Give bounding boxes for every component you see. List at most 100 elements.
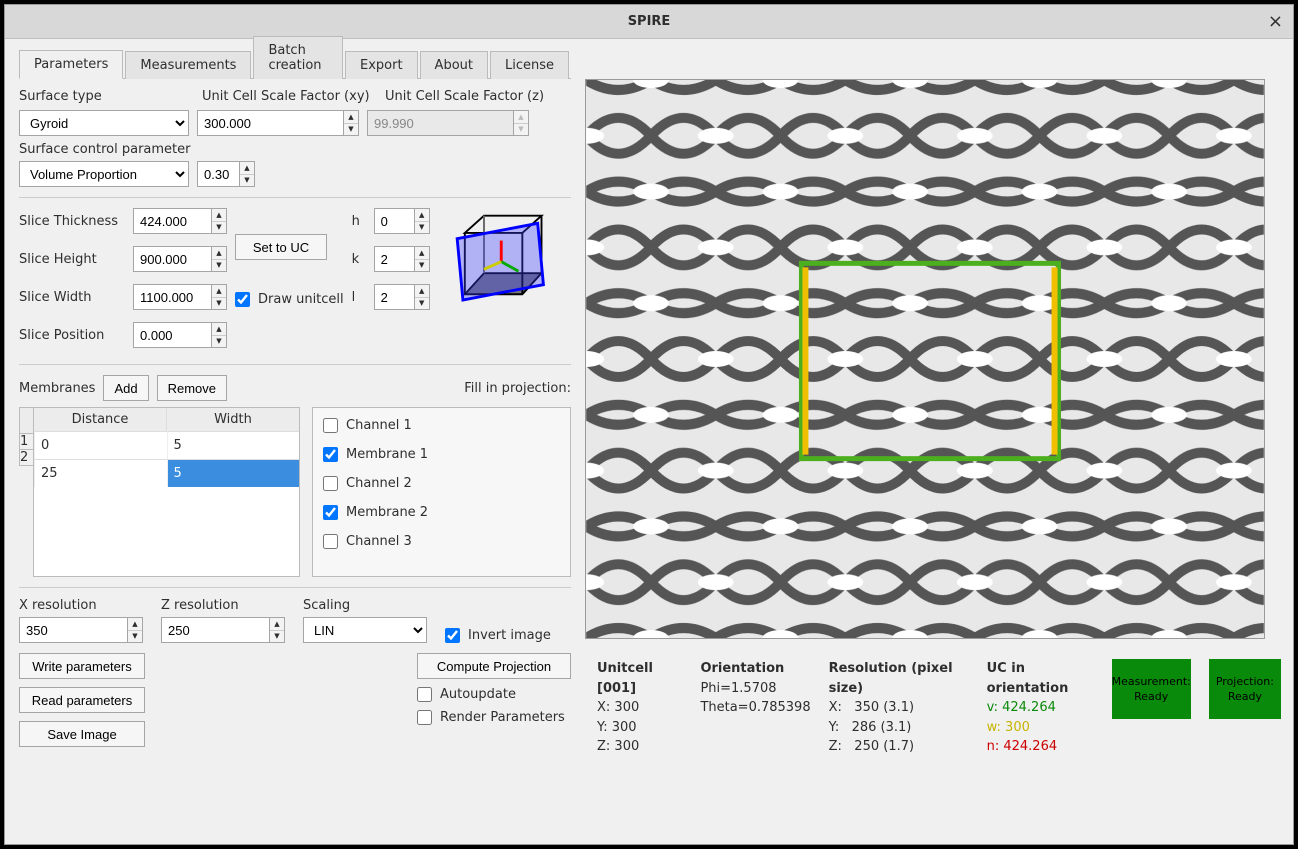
slice-position[interactable] [133, 322, 211, 348]
membranes-label: Membranes [19, 381, 95, 396]
membrane2-check[interactable] [323, 505, 338, 520]
channel3-check[interactable] [323, 534, 338, 549]
xres-label: X resolution [19, 598, 143, 613]
scaling-select[interactable]: LIN [303, 617, 427, 643]
fill-label: Fill in projection: [464, 381, 571, 396]
uco-head: UC in orientation [987, 659, 1094, 698]
scaling-label: Scaling [303, 598, 427, 613]
main-area: Parameters Measurements Batch creation E… [5, 39, 1293, 844]
res-y: Y: 286 (3.1) [829, 718, 969, 738]
surface-type-select[interactable]: Gyroid [19, 110, 189, 136]
h-input[interactable] [374, 208, 414, 234]
r2-distance[interactable]: 25 [34, 459, 167, 487]
ucsf-xy-label: Unit Cell Scale Factor (xy) [202, 89, 385, 104]
res-x: X: 350 (3.1) [829, 698, 969, 718]
measurement-status: Measurement: Ready [1112, 659, 1191, 719]
channel2-label: Channel 2 [346, 476, 412, 491]
k-input[interactable] [374, 246, 414, 272]
r1-distance[interactable]: 0 [34, 431, 167, 459]
tabbar: Parameters Measurements Batch creation E… [19, 49, 571, 79]
uco-n: n: 424.264 [987, 737, 1094, 757]
ctrl-param-num[interactable] [197, 161, 239, 187]
membrane1-label: Membrane 1 [346, 447, 428, 462]
tab-license[interactable]: License [490, 51, 569, 79]
write-params-button[interactable]: Write parameters [19, 653, 145, 679]
channel1-label: Channel 1 [346, 418, 412, 433]
uc-x: X: 300 [597, 698, 682, 718]
window-title: SPIRE [628, 14, 671, 29]
slice-width-label: Slice Width [19, 290, 123, 305]
save-image-button[interactable]: Save Image [19, 721, 145, 747]
tab-parameters[interactable]: Parameters [19, 50, 123, 79]
channel1-check[interactable] [323, 418, 338, 433]
close-icon[interactable]: × [1268, 11, 1283, 32]
res-z: Z: 250 (1.7) [829, 737, 969, 757]
res-head: Resolution (pixel size) [829, 659, 969, 698]
uc-z: Z: 300 [597, 737, 682, 757]
channel-list: Channel 1 Membrane 1 Channel 2 Membrane … [312, 407, 571, 577]
tab-about[interactable]: About [420, 51, 488, 79]
unitcell-cube-icon [438, 208, 553, 354]
tab-measurements[interactable]: Measurements [125, 51, 251, 79]
read-params-button[interactable]: Read parameters [19, 687, 145, 713]
set-to-uc-button[interactable]: Set to UC [235, 234, 327, 260]
left-panel: Parameters Measurements Batch creation E… [5, 39, 585, 844]
uc-head: Unitcell [001] [597, 659, 682, 698]
r1-width[interactable]: 5 [167, 431, 300, 459]
render-params-check[interactable] [417, 710, 432, 725]
channel3-label: Channel 3 [346, 534, 412, 549]
right-panel: Unitcell [001] X: 300 Y: 300 Z: 300 Orie… [585, 39, 1293, 844]
col-width[interactable]: Width [166, 408, 299, 431]
row-2-num: 2 [19, 450, 33, 466]
phi: Phi=1.5708 [700, 679, 810, 699]
add-button[interactable]: Add [103, 375, 148, 401]
channel2-check[interactable] [323, 476, 338, 491]
ucsf-xy-down[interactable]: ▼ [344, 124, 358, 136]
autoupdate-label: Autoupdate [440, 687, 516, 702]
slice-width[interactable] [133, 284, 211, 310]
titlebar: SPIRE × [5, 5, 1293, 39]
membrane2-label: Membrane 2 [346, 505, 428, 520]
slice-thickness[interactable] [133, 208, 211, 234]
uco-w: w: 300 [987, 718, 1094, 738]
h-label: h [352, 214, 364, 229]
ucsf-z-down: ▼ [514, 124, 528, 136]
l-input[interactable] [374, 284, 414, 310]
k-label: k [352, 252, 364, 267]
slice-position-label: Slice Position [19, 328, 123, 343]
xres-input[interactable] [19, 617, 127, 643]
ctrl-param-select[interactable]: Volume Proportion [19, 161, 189, 187]
l-label: l [352, 290, 364, 305]
membranes-table[interactable]: Distance Width 0 5 25 5 [33, 407, 300, 577]
invert-check[interactable] [445, 628, 460, 643]
autoupdate-check[interactable] [417, 687, 432, 702]
tab-batch[interactable]: Batch creation [253, 36, 343, 79]
projection-preview [585, 79, 1265, 639]
orient-head: Orientation [700, 659, 810, 679]
ucsf-z-label: Unit Cell Scale Factor (z) [385, 89, 544, 104]
remove-button[interactable]: Remove [157, 375, 227, 401]
status-bar: Unitcell [001] X: 300 Y: 300 Z: 300 Orie… [585, 649, 1293, 757]
compute-projection-button[interactable]: Compute Projection [417, 653, 571, 679]
slice-height-label: Slice Height [19, 252, 123, 267]
row-1-num: 1 [19, 434, 33, 450]
zres-input[interactable] [161, 617, 269, 643]
render-params-label: Render Parameters [440, 710, 565, 725]
draw-unitcell-check[interactable] [235, 292, 250, 307]
slice-thickness-label: Slice Thickness [19, 214, 123, 229]
parameters-panel: Surface type Unit Cell Scale Factor (xy)… [19, 79, 571, 747]
ucsf-xy-up[interactable]: ▲ [344, 111, 358, 124]
col-distance[interactable]: Distance [34, 408, 166, 431]
ucsf-z-up: ▲ [514, 111, 528, 124]
r2-width[interactable]: 5 [167, 459, 300, 487]
surface-type-label: Surface type [19, 89, 202, 104]
ucsf-xy-input[interactable] [197, 110, 343, 136]
tab-export[interactable]: Export [345, 51, 418, 79]
membrane1-check[interactable] [323, 447, 338, 462]
draw-unitcell-label: Draw unitcell [258, 292, 344, 307]
invert-label: Invert image [468, 628, 551, 643]
ctrl-param-label: Surface control parameter [19, 142, 571, 157]
zres-label: Z resolution [161, 598, 285, 613]
slice-height[interactable] [133, 246, 211, 272]
app-window: SPIRE × Parameters Measurements Batch cr… [4, 4, 1294, 845]
